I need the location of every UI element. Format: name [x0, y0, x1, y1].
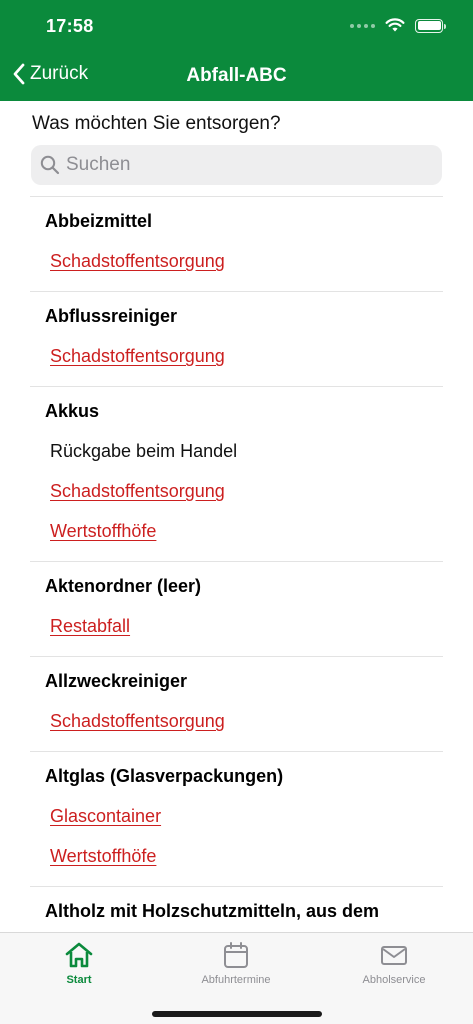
search-icon: [40, 155, 60, 175]
tab-bar: Start Abfuhrtermine Abholservice: [0, 932, 473, 1024]
calendar-icon: [224, 942, 248, 968]
disposal-link[interactable]: Glascontainer: [50, 804, 443, 828]
status-icons: [350, 18, 446, 33]
entry-title: Altglas (Glasverpackungen): [45, 766, 284, 786]
navigation-bar: Zurück Abfall-ABC: [0, 54, 473, 101]
entry-title: Aktenordner (leer): [45, 576, 202, 596]
search-prompt: Was möchten Sie entsorgen?: [32, 113, 281, 134]
mail-icon: [381, 946, 407, 965]
entry-title: Akkus: [45, 401, 100, 421]
status-bar: 17:58: [0, 0, 473, 54]
page-title: Abfall-ABC: [186, 65, 287, 86]
tab-abfuhrtermine[interactable]: Abfuhrtermine: [176, 941, 296, 986]
tab-start[interactable]: Start: [19, 941, 139, 986]
disposal-link[interactable]: Schadstoffentsorgung: [50, 709, 443, 733]
waste-entry: Aktenordner (leer) Restabfall: [30, 561, 443, 638]
entry-title: Abflussreiniger: [45, 306, 178, 326]
search-bar[interactable]: [31, 145, 442, 185]
home-indicator: [152, 1011, 322, 1017]
waste-entry: Akkus Rückgabe beim Handel Schadstoffentso…: [30, 386, 443, 543]
entry-title: Abbeizmittel: [45, 211, 153, 231]
disposal-link[interactable]: Wertstoffhöfe: [50, 844, 443, 868]
home-icon: [65, 942, 93, 968]
waste-entry: Abflussreiniger Schadstoffentsorgung: [30, 291, 443, 368]
battery-icon: [415, 18, 446, 33]
disposal-link[interactable]: Schadstoffentsorgung: [50, 344, 443, 368]
app-header: 17:58 Zurück Abfall-ABC: [0, 0, 473, 101]
waste-entry: Abbeizmittel Schadstoffentsorgung: [30, 196, 443, 273]
tab-label: Abfuhrtermine: [201, 974, 271, 986]
tab-abholservice[interactable]: Abholservice: [334, 941, 454, 986]
disposal-link[interactable]: Schadstoffentsorgung: [50, 479, 443, 503]
entry-title: Allzweckreiniger: [45, 671, 188, 691]
entry-title: Altholz mit Holzschutzmitteln, aus dem: [45, 901, 380, 921]
wifi-icon: [385, 18, 405, 32]
waste-entry: Altholz mit Holzschutzmitteln, aus dem: [30, 886, 443, 923]
disposal-link[interactable]: Restabfall: [50, 614, 443, 638]
tab-label: Start: [66, 974, 92, 986]
waste-list: Abbeizmittel Schadstoffentsorgung Abflussr…: [30, 196, 443, 932]
search-input[interactable]: [66, 154, 406, 176]
waste-entry: Allzweckreiniger Schadstoffentsorgung: [30, 656, 443, 733]
main-content[interactable]: Was möchten Sie entsorgen? Abbeizmittel S…: [0, 101, 473, 932]
disposal-note: Rückgabe beim Handel: [50, 441, 238, 461]
waste-entry: Altglas (Glasverpackungen) Glascontainer W…: [30, 751, 443, 868]
status-time: 17:58: [46, 16, 94, 36]
cellular-signal-icon: [350, 23, 375, 28]
disposal-link[interactable]: Schadstoffentsorgung: [50, 249, 443, 273]
disposal-link[interactable]: Wertstoffhöfe: [50, 519, 443, 543]
tab-label: Abholservice: [362, 974, 426, 986]
